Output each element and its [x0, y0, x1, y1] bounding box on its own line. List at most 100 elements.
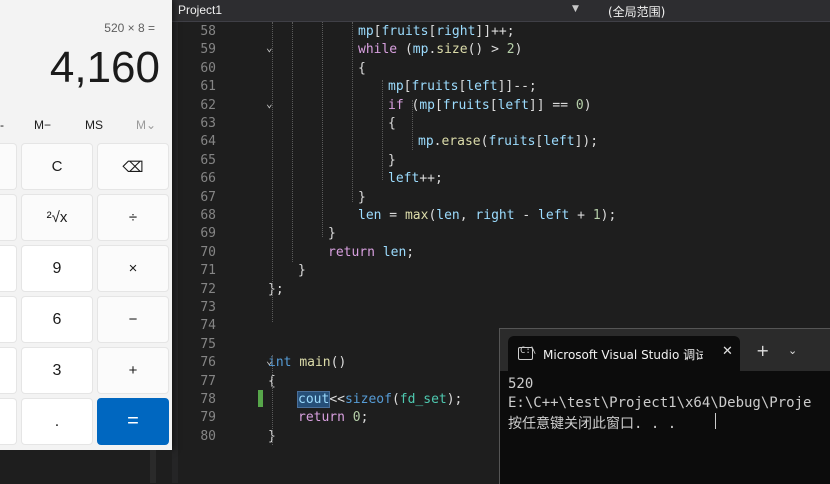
line-number: 75	[200, 336, 216, 352]
code-token: right	[475, 208, 515, 223]
project-dropdown[interactable]: Project1 ▼	[172, 0, 586, 21]
divide-button[interactable]: ÷	[97, 194, 169, 241]
code-line[interactable]: 59 ⌄ while (mp.size() > 2)	[172, 40, 830, 58]
decimal-button[interactable]: .	[21, 398, 93, 445]
negate-button[interactable]	[0, 398, 17, 445]
code-line[interactable]: 63 {	[172, 114, 830, 132]
code-token: main	[299, 355, 331, 371]
clear-button[interactable]: C	[21, 143, 93, 190]
terminal-icon: C:\	[518, 346, 536, 360]
code-text: return 0;	[298, 410, 368, 425]
code-token: ,	[459, 208, 476, 223]
subtract-button[interactable]: −	[97, 296, 169, 343]
add-button[interactable]: +	[97, 347, 169, 394]
code-token: size	[436, 42, 468, 58]
code-token: );	[600, 208, 617, 223]
line-number: 69	[200, 226, 216, 242]
new-tab-icon[interactable]: +	[756, 341, 769, 360]
equals-button[interactable]: =	[97, 398, 169, 445]
calculator-window[interactable]: 520 × 8 = 4,160 - M− MS M⌄ C ⌫ ²√x ÷ 9 ×…	[0, 0, 172, 450]
code-token: ++;	[419, 171, 443, 187]
memory-store-button[interactable]: MS	[85, 118, 103, 132]
indent-guide	[352, 22, 353, 202]
console-output-line: 520	[508, 376, 534, 392]
code-line[interactable]: 64 mp.erase(fruits[left]);	[172, 132, 830, 150]
code-token: -	[514, 208, 539, 223]
memory-list-button[interactable]: M⌄	[136, 118, 156, 132]
digit-6-button[interactable]: 6	[21, 296, 93, 343]
code-token: [	[489, 97, 498, 113]
code-token: 2	[506, 42, 515, 58]
code-line[interactable]: 68 len = max(len, right - left + 1);	[172, 206, 830, 224]
code-token: )	[583, 97, 592, 113]
code-line[interactable]: 72};	[172, 280, 830, 298]
digit-4-button[interactable]	[0, 296, 17, 343]
console-window[interactable]: C:\ Microsoft Visual Studio 调试控 ✕ + ⌄ 52…	[499, 328, 830, 484]
code-token: if	[388, 97, 404, 113]
calculator-expression: 520 × 8 =	[104, 21, 155, 35]
code-token: fruits	[411, 79, 459, 95]
digit-3-button[interactable]: 3	[21, 347, 93, 394]
line-number: 74	[200, 318, 216, 334]
code-token: return	[328, 244, 375, 260]
console-tab-strip: C:\ Microsoft Visual Studio 调试控 ✕ + ⌄	[500, 329, 830, 371]
code-line[interactable]: 61 mp[fruits[left]]--;	[172, 77, 830, 95]
code-token: }	[328, 226, 336, 242]
close-icon[interactable]: ✕	[722, 344, 733, 359]
memory-subtract-button[interactable]: M−	[34, 118, 51, 132]
code-token: (	[397, 42, 413, 58]
percent-button[interactable]	[0, 143, 17, 190]
code-line[interactable]: 58 mp[fruits[right]]++;	[172, 22, 830, 40]
indent-guide	[322, 22, 323, 237]
code-line[interactable]: 69}	[172, 224, 830, 242]
code-token: len	[436, 208, 460, 223]
line-number: 72	[200, 281, 216, 297]
memory-clear-button[interactable]: -	[0, 118, 4, 132]
code-token: mp	[358, 24, 374, 39]
code-line[interactable]: 70 return len;	[172, 243, 830, 261]
code-text: cout<<sizeof(fd_set);	[296, 391, 462, 408]
scope-dropdown[interactable]: (全局范围)	[590, 0, 830, 21]
code-token: ;	[360, 410, 369, 426]
multiply-button[interactable]: ×	[97, 245, 169, 292]
code-text: left++;	[388, 171, 443, 186]
indent-guide	[292, 22, 293, 262]
code-line[interactable]: 71}	[172, 261, 830, 279]
code-line[interactable]: 66 left++;	[172, 169, 830, 187]
digit-1-button[interactable]	[0, 347, 17, 394]
line-number: 71	[200, 263, 216, 279]
code-token: cout	[296, 391, 331, 408]
code-line[interactable]: 60 {	[172, 59, 830, 77]
code-token: mp	[418, 134, 434, 150]
code-token: +	[569, 208, 593, 223]
code-line[interactable]: 62 ⌄ if (mp[fruits[left]] == 0)	[172, 96, 830, 114]
reciprocal-button[interactable]	[0, 194, 17, 241]
code-token: fruits	[442, 97, 490, 113]
chevron-down-icon[interactable]: ⌄	[788, 344, 797, 357]
line-number: 61	[200, 79, 216, 95]
console-tab[interactable]: C:\ Microsoft Visual Studio 调试控 ✕	[508, 336, 740, 371]
code-text: }	[388, 153, 396, 168]
digit-9-button[interactable]: 9	[21, 245, 93, 292]
line-number: 60	[200, 60, 216, 76]
code-line[interactable]: 73	[172, 298, 830, 316]
line-number: 67	[200, 189, 216, 205]
code-line[interactable]: 65}	[172, 151, 830, 169]
backspace-icon[interactable]: ⌫	[97, 143, 169, 190]
code-token: }	[298, 263, 306, 279]
code-text: {	[358, 61, 366, 76]
square-root-button[interactable]: ²√x	[21, 194, 93, 241]
code-text: mp.erase(fruits[left]);	[418, 134, 598, 149]
line-number: 77	[200, 373, 216, 389]
code-text: len = max(len, right - left + 1);	[358, 208, 616, 223]
code-token: ()	[330, 355, 347, 371]
code-token: sizeof	[344, 392, 392, 407]
digit-7-button[interactable]	[0, 245, 17, 292]
code-text: mp[fruits[right]]++;	[358, 24, 515, 39]
line-number: 78	[200, 392, 216, 407]
code-token: 0	[575, 97, 584, 113]
code-line[interactable]: 67}	[172, 188, 830, 206]
code-token: }	[388, 152, 396, 168]
indent-guide	[272, 22, 273, 322]
code-token: left	[543, 134, 575, 150]
